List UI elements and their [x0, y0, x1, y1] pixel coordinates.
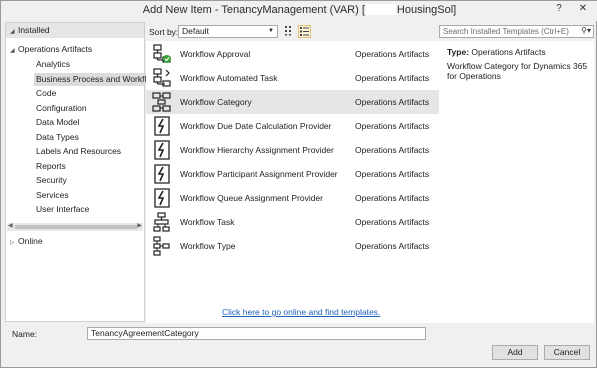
template-description: Workflow Category for Dynamics 365 for O…: [447, 61, 588, 81]
close-button[interactable]: ✕: [572, 1, 594, 17]
workflow-provider-icon: [152, 140, 172, 160]
search-placeholder: Search Installed Templates (Ctrl+E): [443, 27, 569, 36]
add-new-item-dialog: Add New Item - TenancyManagement (VAR) […: [0, 0, 597, 368]
list-item[interactable]: Workflow Queue Assignment Provider Operat…: [146, 186, 439, 210]
item-category: Operations Artifacts: [355, 241, 430, 251]
type-label: Type:: [447, 47, 470, 57]
title-prefix: Add New Item - TenancyManagement (VAR) [: [142, 4, 365, 16]
item-name: Workflow Participant Assignment Provider: [180, 169, 338, 179]
item-name: Workflow Task: [180, 217, 235, 227]
tree-node-child[interactable]: Data Model: [36, 116, 79, 129]
small-icons-view-button[interactable]: [283, 25, 296, 38]
item-name: Workflow Queue Assignment Provider: [180, 193, 323, 203]
list-item[interactable]: Workflow Due Date Calculation Provider Op…: [146, 114, 439, 138]
list-view-icon: [300, 27, 309, 36]
tree-node-operations-artifacts[interactable]: ◢ Operations Artifacts: [10, 43, 92, 58]
tree-horizontal-scrollbar[interactable]: ◀ ▶: [7, 223, 143, 231]
sort-by-value: Default: [182, 26, 209, 36]
sort-by-dropdown[interactable]: Default ▼: [178, 25, 278, 38]
item-category: Operations Artifacts: [355, 217, 430, 227]
item-name: Workflow Automated Task: [180, 73, 278, 83]
search-input[interactable]: Search Installed Templates (Ctrl+E) ⚲▾: [439, 25, 594, 38]
expand-triangle-icon: ▷: [10, 240, 15, 246]
item-category: Operations Artifacts: [355, 145, 430, 155]
tree-node-installed[interactable]: ◢ Installed: [6, 23, 144, 38]
grid-view-icon: [285, 26, 291, 36]
tree-node-child[interactable]: User Interface: [36, 203, 89, 216]
list-item[interactable]: Workflow Hierarchy Assignment Provider Op…: [146, 138, 439, 162]
workflow-type-icon: [152, 236, 172, 256]
workflow-provider-icon: [152, 164, 172, 184]
template-list: Workflow Approval Operations Artifacts Wor…: [146, 41, 439, 323]
online-templates-link[interactable]: Click here to go online and find templat…: [222, 307, 380, 317]
workflow-automated-task-icon: [152, 68, 172, 88]
dialog-title: Add New Item - TenancyManagement (VAR) […: [1, 4, 597, 16]
list-item[interactable]: Workflow Category Operations Artifacts: [146, 90, 439, 114]
chevron-down-icon: ▼: [268, 28, 274, 34]
list-item[interactable]: Workflow Participant Assignment Provider…: [146, 162, 439, 186]
scroll-right-icon[interactable]: ▶: [137, 222, 142, 229]
item-name: Workflow Hierarchy Assignment Provider: [180, 145, 334, 155]
scrollbar-thumb[interactable]: [15, 225, 137, 229]
workflow-provider-icon: [152, 188, 172, 208]
tree-node-child[interactable]: Services: [36, 189, 69, 202]
title-suffix: HousingSol]: [396, 4, 457, 16]
search-icon[interactable]: ⚲▾: [581, 25, 591, 36]
scroll-left-icon[interactable]: ◀: [8, 222, 13, 229]
item-category: Operations Artifacts: [355, 97, 430, 107]
type-value: Operations Artifacts: [471, 47, 546, 57]
details-panel: Type: Operations Artifacts Workflow Cate…: [439, 41, 594, 323]
redacted-area: [365, 4, 396, 15]
tree-node-child[interactable]: Security: [36, 174, 67, 187]
list-item[interactable]: Workflow Type Operations Artifacts: [146, 234, 439, 258]
name-input[interactable]: TenancyAgreementCategory: [87, 327, 426, 340]
item-name: Workflow Type: [180, 241, 236, 251]
tree-node-child[interactable]: Reports: [36, 160, 66, 173]
collapse-triangle-icon: ◢: [10, 29, 15, 35]
item-category: Operations Artifacts: [355, 193, 430, 203]
workflow-category-icon: [152, 92, 172, 112]
list-view-button[interactable]: [298, 25, 311, 38]
workflow-approval-icon: [152, 44, 172, 64]
tree-node-child[interactable]: Code: [36, 87, 56, 100]
template-tree: ◢ Installed ◢ Operations Artifacts Analyti…: [5, 22, 160, 322]
tree-node-child[interactable]: Configuration: [36, 102, 87, 115]
type-line: Type: Operations Artifacts: [447, 47, 546, 57]
add-button[interactable]: Add: [492, 345, 538, 360]
list-item[interactable]: Workflow Automated Task Operations Artifa…: [146, 66, 439, 90]
tree-node-child[interactable]: Analytics: [36, 58, 70, 71]
name-label: Name:: [12, 329, 38, 339]
item-name: Workflow Category: [180, 97, 252, 107]
item-category: Operations Artifacts: [355, 73, 430, 83]
tree-node-online[interactable]: ▷ Online: [10, 235, 43, 250]
workflow-provider-icon: [152, 116, 172, 136]
list-item[interactable]: Workflow Task Operations Artifacts: [146, 210, 439, 234]
list-item[interactable]: Workflow Approval Operations Artifacts: [146, 42, 439, 66]
installed-label: Installed: [18, 25, 50, 35]
collapse-triangle-icon: ◢: [10, 48, 15, 54]
cancel-button[interactable]: Cancel: [544, 345, 590, 360]
title-bar: Add New Item - TenancyManagement (VAR) […: [1, 1, 597, 21]
online-label: Online: [18, 236, 43, 246]
item-name: Workflow Approval: [180, 49, 251, 59]
tree-node-child[interactable]: Business Process and Workflow: [34, 72, 160, 86]
tree-node-child[interactable]: Data Types: [36, 131, 79, 144]
operations-artifacts-label: Operations Artifacts: [18, 44, 93, 54]
item-category: Operations Artifacts: [355, 49, 430, 59]
item-name: Workflow Due Date Calculation Provider: [180, 121, 332, 131]
help-button[interactable]: ?: [548, 1, 570, 17]
item-category: Operations Artifacts: [355, 121, 430, 131]
tree-node-child[interactable]: Labels And Resources: [36, 145, 121, 158]
item-category: Operations Artifacts: [355, 169, 430, 179]
sort-by-label: Sort by:: [149, 27, 179, 37]
workflow-task-icon: [152, 212, 172, 232]
